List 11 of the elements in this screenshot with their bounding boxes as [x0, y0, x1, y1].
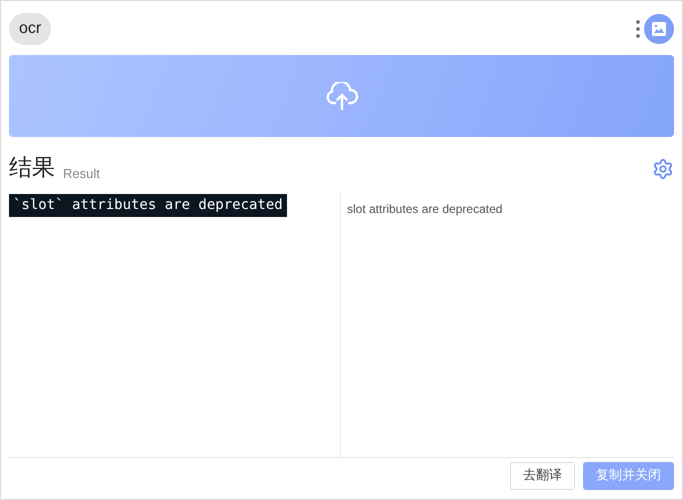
result-subtitle: Result: [63, 167, 100, 180]
captured-text-image: `slot` attributes are deprecated: [9, 194, 287, 217]
image-icon: [651, 21, 667, 37]
result-title: 结果: [9, 157, 55, 180]
more-icon[interactable]: [636, 20, 640, 38]
avatar-button[interactable]: [644, 14, 674, 44]
cloud-upload-icon: [324, 82, 360, 110]
recognized-text: slot attributes are deprecated: [347, 202, 502, 216]
mode-chip[interactable]: ocr: [9, 13, 52, 45]
settings-icon[interactable]: [652, 158, 674, 180]
translate-button[interactable]: 去翻译: [510, 462, 575, 490]
